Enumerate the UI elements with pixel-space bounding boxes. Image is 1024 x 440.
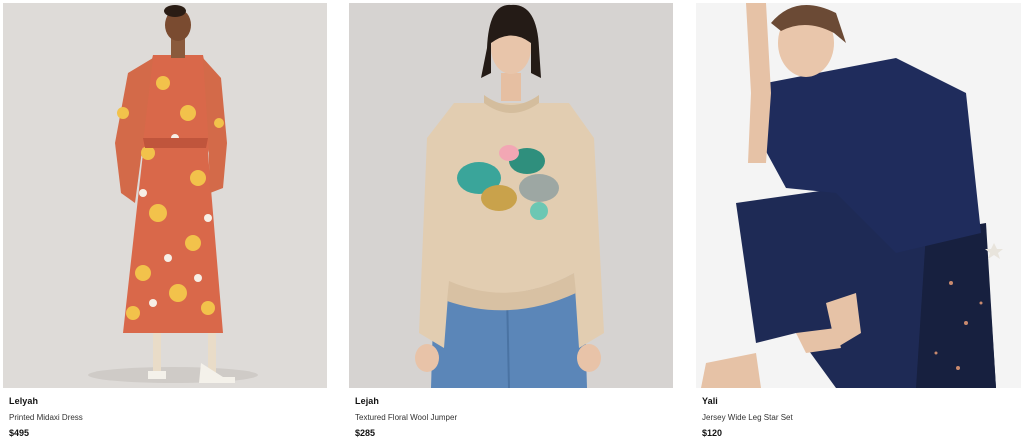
product-name[interactable]: Yali (702, 396, 718, 406)
dress-photo (3, 3, 327, 388)
product-card-lelyah[interactable]: Lelyah Printed Midaxi Dress $495 (3, 3, 327, 440)
product-name[interactable]: Lejah (355, 396, 379, 406)
product-image-yali[interactable] (696, 3, 1021, 388)
product-price: $495 (9, 428, 30, 438)
product-image-lelyah[interactable] (3, 3, 327, 388)
product-price: $120 (702, 428, 723, 438)
product-card-yali[interactable]: Yali Jersey Wide Leg Star Set $120 (696, 3, 1021, 440)
jumper-photo (349, 3, 673, 388)
product-description[interactable]: Printed Midaxi Dress (9, 413, 83, 422)
product-description[interactable]: Textured Floral Wool Jumper (355, 413, 457, 422)
product-grid: Lelyah Printed Midaxi Dress $495 Lejah T… (0, 0, 1024, 440)
product-card-lejah[interactable]: Lejah Textured Floral Wool Jumper $285 (349, 3, 673, 440)
product-image-lejah[interactable] (349, 3, 673, 388)
pyjama-photo (696, 3, 1021, 388)
product-name[interactable]: Lelyah (9, 396, 38, 406)
product-price: $285 (355, 428, 376, 438)
product-description[interactable]: Jersey Wide Leg Star Set (702, 413, 793, 422)
